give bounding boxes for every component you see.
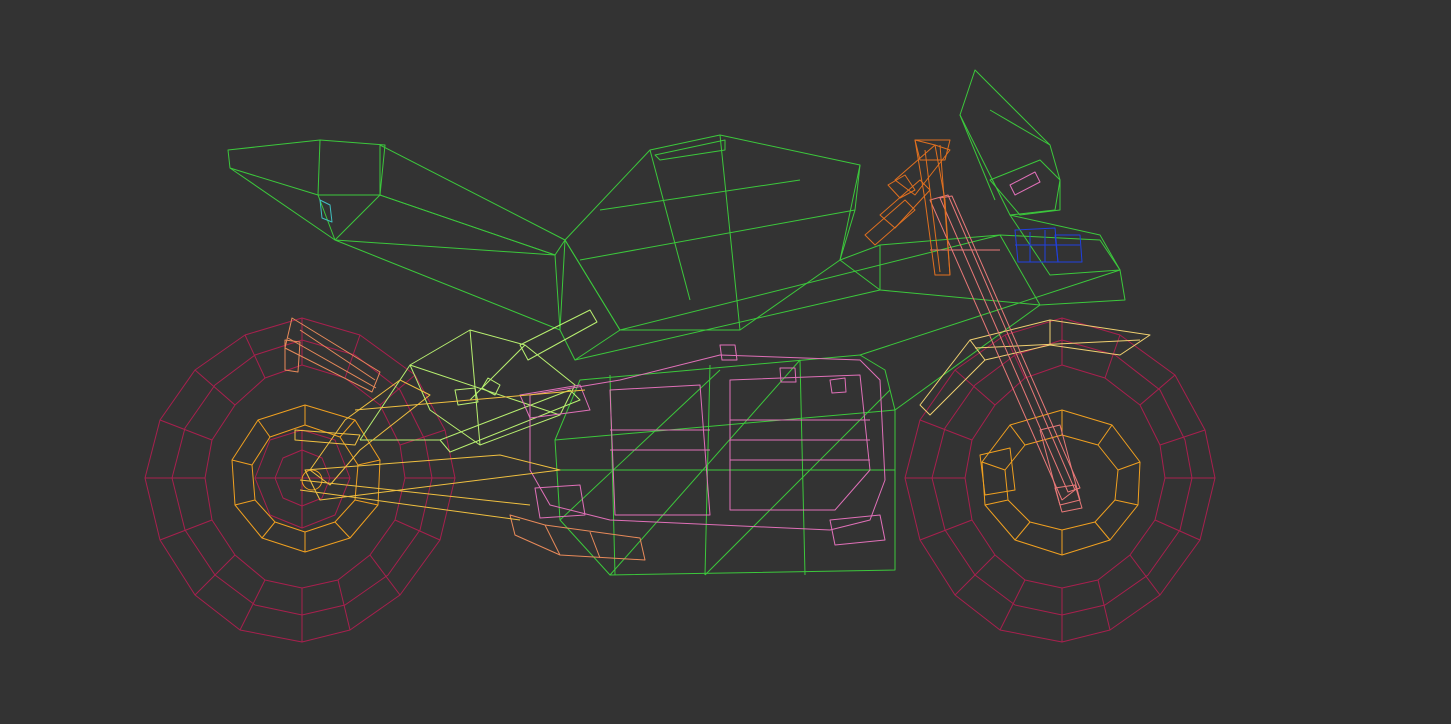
3d-viewport-wireframe[interactable] [0,0,1451,724]
subframe [359,309,598,453]
front-wheel-rim [979,409,1141,556]
front-fork [929,194,1083,513]
handlebar [864,139,951,276]
exhaust [284,317,646,561]
motorcycle-wireframe-model [144,69,1216,643]
dash-detail [1009,171,1041,196]
headlight [1014,227,1083,263]
tail-light [319,199,333,223]
engine-block [519,344,886,546]
front-wheel-tire [904,317,1216,643]
tail-seat [227,139,566,331]
